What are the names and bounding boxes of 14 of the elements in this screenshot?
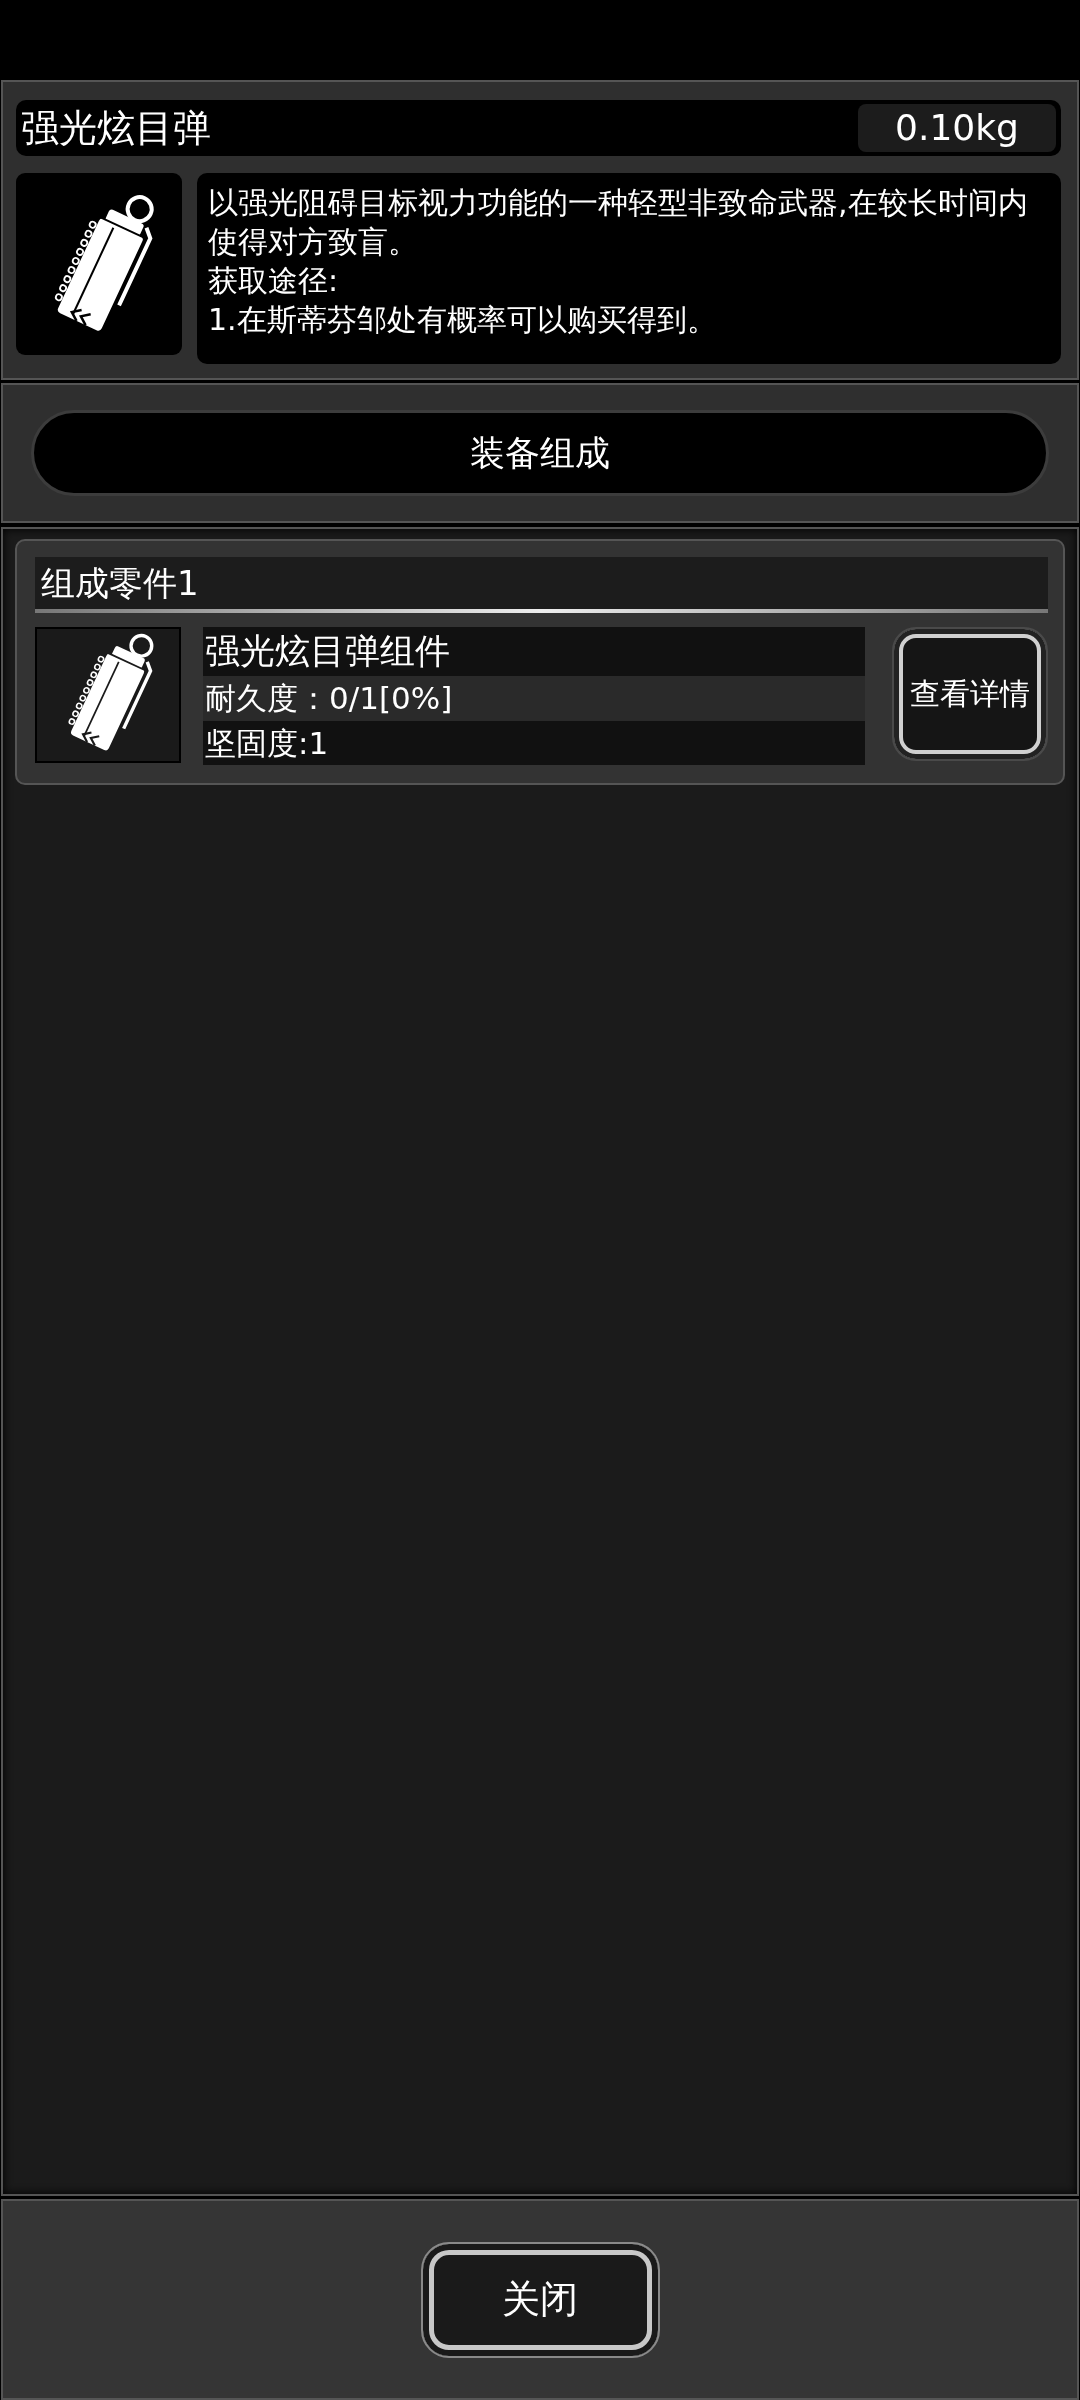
grenade-icon (35, 627, 181, 763)
item-name: 强光炫目弹 (21, 105, 211, 151)
close-button[interactable]: 关闭 (420, 2241, 660, 2358)
description-text: 1.在斯蒂芬邹处有概率可以购买得到。 (208, 301, 718, 339)
part-name: 强光炫目弹组件 (203, 627, 865, 676)
composition-button[interactable]: 装备组成 (31, 410, 1049, 496)
weight-label: 0.10kg (858, 104, 1056, 152)
part-slot-header: 组成零件1 (35, 557, 1048, 609)
details-button[interactable]: 查看详情 (892, 627, 1048, 761)
hardness-text: 坚固度:1 (203, 721, 865, 765)
durability-text: 耐久度：0/1[0%] (203, 676, 865, 721)
description-text: 以强光阻碍目标视力功能的一种轻型非致命武器,在较长时间内使得对方致盲。 (208, 184, 1029, 261)
description-text: 获取途径: (208, 262, 340, 300)
grenade-icon (16, 173, 182, 355)
